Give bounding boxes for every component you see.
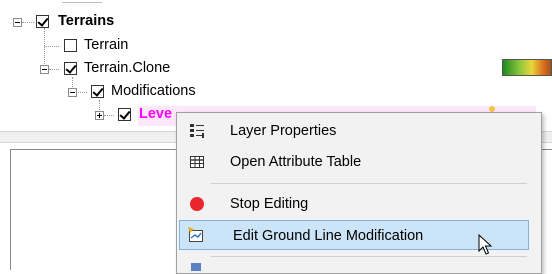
tree-connector [44, 46, 59, 47]
checkbox-level[interactable] [118, 108, 131, 121]
checkbox-terrain[interactable] [64, 39, 77, 52]
attribute-table-icon [190, 156, 204, 168]
checkbox-modifications[interactable] [91, 85, 104, 98]
checkbox-terrain-clone[interactable] [64, 62, 77, 75]
tree-connector [49, 69, 59, 70]
menu-separator [211, 256, 527, 257]
menu-item-stop-editing[interactable]: Stop Editing [179, 189, 529, 219]
tree-connector [22, 22, 34, 23]
tree-label-level[interactable]: Leve [139, 105, 172, 123]
tree-label-terrain[interactable]: Terrain [84, 36, 128, 54]
menu-item-partial-icon [191, 263, 201, 271]
collapse-toggle-terrains[interactable] [13, 18, 22, 27]
terrain-color-ramp [502, 59, 552, 76]
tree-label-modifications[interactable]: Modifications [111, 82, 196, 100]
menu-item-open-attribute-table[interactable]: Open Attribute Table [179, 147, 529, 177]
menu-item-edit-ground-line-modification[interactable]: Edit Ground Line Modification [179, 220, 529, 250]
checkbox-terrains[interactable] [36, 15, 49, 28]
menu-item-label: Layer Properties [230, 123, 337, 139]
collapse-toggle-modifications[interactable] [68, 88, 77, 97]
stop-editing-icon [190, 197, 204, 211]
tree-connector [104, 115, 114, 116]
menu-item-layer-properties[interactable]: Layer Properties [179, 116, 529, 146]
collapse-toggle-terrain-clone[interactable] [40, 65, 49, 74]
menu-item-label: Edit Ground Line Modification [233, 228, 424, 244]
menu-separator [211, 183, 527, 184]
tree-label-terrain-clone[interactable]: Terrain.Clone [84, 59, 170, 77]
ground-line-edit-icon [188, 227, 203, 242]
tree-item-partial-top [62, 0, 102, 3]
tree-connector [76, 92, 87, 93]
menu-item-label: Open Attribute Table [230, 154, 362, 170]
menu-item-label: Stop Editing [230, 196, 309, 212]
tree-label-terrains[interactable]: Terrains [58, 12, 114, 30]
tree-connector [44, 28, 45, 46]
expand-toggle-level[interactable] [95, 111, 104, 120]
mouse-cursor-icon [478, 234, 492, 255]
layer-properties-icon [190, 124, 204, 138]
